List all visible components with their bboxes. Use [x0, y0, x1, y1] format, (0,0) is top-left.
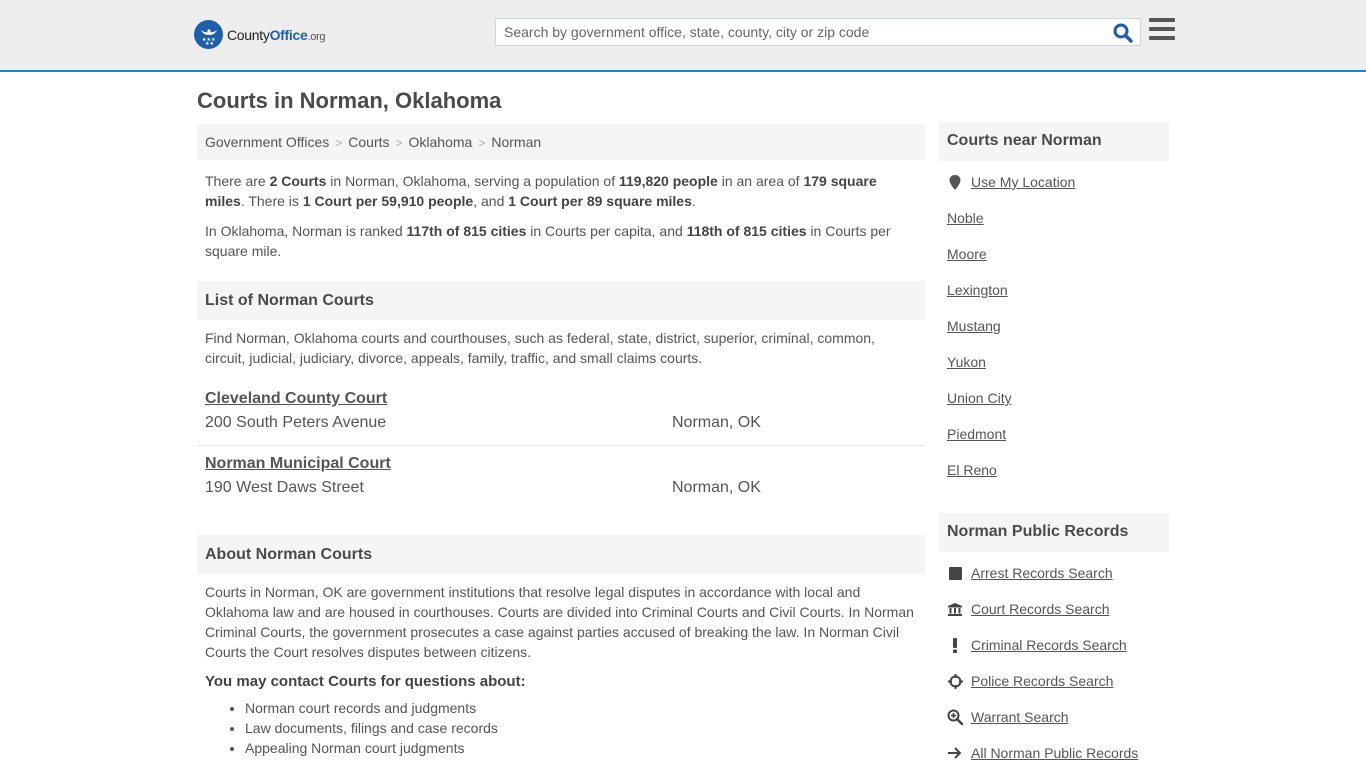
nearby-city-link[interactable]: Yukon	[947, 354, 986, 370]
court-list-item: Cleveland County Court 200 South Peters …	[197, 381, 925, 446]
court-city: Norman, OK	[672, 414, 761, 431]
sidebar-public-records: Norman Public Records Arrest Records Sea…	[939, 513, 1169, 771]
list-section-heading: List of Norman Courts	[197, 281, 925, 320]
about-section-heading: About Norman Courts	[197, 535, 925, 574]
summary-stats: There are 2 Courts in Norman, Oklahoma, …	[205, 173, 877, 209]
nearby-city-link[interactable]: El Reno	[947, 462, 997, 478]
arrest-records-link[interactable]: Arrest Records Search	[971, 565, 1113, 581]
site-header: ★★★ ★★ CountyOffice.org	[0, 0, 1366, 72]
summary-ranking: In Oklahoma, Norman is ranked 117th of 8…	[205, 223, 891, 259]
main-content: Government Offices > Courts > Oklahoma > Norma…	[197, 124, 925, 758]
topic-item: Norman court records and judgments	[245, 698, 925, 718]
warrant-search-link[interactable]: Warrant Search	[971, 709, 1069, 725]
sidebar-nearby: Courts near Norman Use My Location Noble…	[939, 122, 1169, 488]
nearby-city-link[interactable]: Mustang	[947, 318, 1001, 334]
court-address: 190 West Daws Street	[205, 479, 364, 496]
court-list-item: Norman Municipal Court 190 West Daws Str…	[197, 446, 925, 511]
exclamation-icon	[947, 637, 963, 653]
square-icon	[947, 565, 963, 581]
chevron-right-icon: >	[395, 136, 403, 150]
map-pin-icon	[947, 174, 963, 190]
chevron-right-icon: >	[335, 136, 343, 150]
use-my-location-link[interactable]: Use My Location	[971, 174, 1075, 190]
crosshair-icon	[947, 673, 963, 689]
criminal-records-link[interactable]: Criminal Records Search	[971, 637, 1127, 653]
records-item: All Norman Public Records	[947, 735, 1169, 771]
court-name-link[interactable]: Norman Municipal Court	[205, 455, 391, 473]
court-list: Cleveland County Court 200 South Peters …	[197, 381, 925, 511]
site-logo[interactable]: ★★★ ★★ CountyOffice.org	[194, 20, 326, 49]
nearby-city-link[interactable]: Lexington	[947, 282, 1008, 298]
nearby-city-link[interactable]: Piedmont	[947, 426, 1006, 442]
nearby-list: Use My Location Noble Moore Lexington Mu…	[939, 164, 1169, 488]
nearby-city-link[interactable]: Moore	[947, 246, 987, 262]
zoom-in-icon	[947, 709, 963, 725]
public-records-heading: Norman Public Records	[939, 513, 1169, 552]
search-input[interactable]	[496, 19, 1106, 45]
chevron-right-icon: >	[478, 136, 486, 150]
breadcrumb-norman[interactable]: Norman	[491, 134, 541, 150]
search-icon[interactable]	[1112, 22, 1134, 44]
logo-wordmark: CountyOffice.org	[227, 26, 326, 43]
court-records-link[interactable]: Court Records Search	[971, 601, 1110, 617]
search-box	[495, 18, 1141, 46]
records-item: Police Records Search	[947, 663, 1169, 699]
public-records-list: Arrest Records Search Court Records Sear…	[939, 555, 1169, 771]
records-item: Warrant Search	[947, 699, 1169, 735]
contact-topics: Norman court records and judgments Law d…	[197, 698, 925, 758]
svg-text:★★: ★★	[205, 41, 214, 46]
nearby-heading: Courts near Norman	[939, 122, 1169, 161]
police-records-link[interactable]: Police Records Search	[971, 673, 1113, 689]
all-public-records-link[interactable]: All Norman Public Records	[971, 745, 1138, 761]
page-title: Courts in Norman, Oklahoma	[197, 88, 502, 113]
breadcrumb-courts[interactable]: Courts	[348, 134, 389, 150]
eagle-logo-icon: ★★★ ★★	[194, 20, 223, 49]
about-section-body: Courts in Norman, OK are government inst…	[205, 584, 914, 660]
records-item: Court Records Search	[947, 591, 1169, 627]
contact-heading: You may contact Courts for questions abo…	[205, 673, 526, 690]
court-city: Norman, OK	[672, 479, 761, 496]
breadcrumb: Government Offices > Courts > Oklahoma > Norma…	[197, 124, 925, 160]
use-location-item: Use My Location	[947, 164, 1169, 200]
arrow-right-icon	[947, 745, 963, 761]
court-name-link[interactable]: Cleveland County Court	[205, 390, 387, 408]
breadcrumb-government-offices[interactable]: Government Offices	[205, 134, 329, 150]
list-section-intro: Find Norman, Oklahoma courts and courtho…	[205, 330, 875, 366]
court-address: 200 South Peters Avenue	[205, 414, 387, 431]
topic-item: Appealing Norman court judgments	[245, 738, 925, 758]
breadcrumb-oklahoma[interactable]: Oklahoma	[409, 134, 473, 150]
topic-item: Law documents, filings and case records	[245, 718, 925, 738]
records-item: Criminal Records Search	[947, 627, 1169, 663]
nearby-city-link[interactable]: Noble	[947, 210, 984, 226]
nearby-city-link[interactable]: Union City	[947, 390, 1012, 406]
records-item: Arrest Records Search	[947, 555, 1169, 591]
courthouse-icon	[947, 601, 963, 617]
hamburger-menu-icon[interactable]	[1149, 18, 1175, 42]
